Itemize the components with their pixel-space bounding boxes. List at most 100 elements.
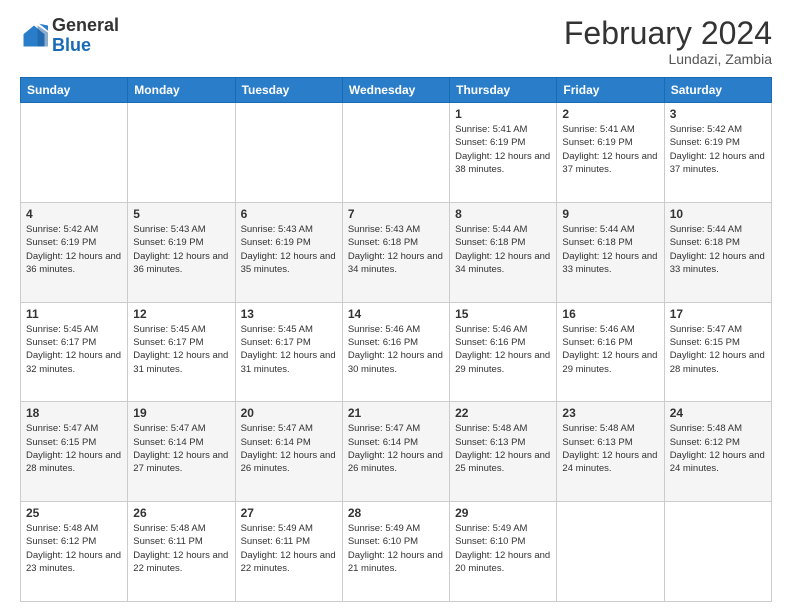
day-cell: 26 Sunrise: 5:48 AM Sunset: 6:11 PM Dayli… [128,502,235,602]
logo-icon [20,22,48,50]
day-cell: 2 Sunrise: 5:41 AM Sunset: 6:19 PM Daylig… [557,103,664,203]
day-number: 9 [562,207,658,221]
day-cell: 23 Sunrise: 5:48 AM Sunset: 6:13 PM Dayli… [557,402,664,502]
day-info: Sunrise: 5:44 AM Sunset: 6:18 PM Dayligh… [670,223,766,276]
logo-text: General Blue [52,16,119,56]
day-number: 14 [348,307,444,321]
week-row-3: 11 Sunrise: 5:45 AM Sunset: 6:17 PM Dayli… [21,302,772,402]
day-info: Sunrise: 5:47 AM Sunset: 6:15 PM Dayligh… [26,422,122,475]
day-number: 23 [562,406,658,420]
day-info: Sunrise: 5:49 AM Sunset: 6:10 PM Dayligh… [348,522,444,575]
day-info: Sunrise: 5:42 AM Sunset: 6:19 PM Dayligh… [670,123,766,176]
col-header-tuesday: Tuesday [235,78,342,103]
day-cell: 7Sunrise: 5:43 AM Sunset: 6:18 PM Daylig… [342,202,449,302]
day-cell: 22 Sunrise: 5:48 AM Sunset: 6:13 PM Dayli… [450,402,557,502]
day-cell: 15 Sunrise: 5:46 AM Sunset: 6:16 PM Dayli… [450,302,557,402]
day-info: Sunrise: 5:48 AM Sunset: 6:12 PM Dayligh… [26,522,122,575]
day-number: 28 [348,506,444,520]
calendar-table: SundayMondayTuesdayWednesdayThursdayFrid… [20,77,772,602]
day-number: 10 [670,207,766,221]
day-info: Sunrise: 5:41 AM Sunset: 6:19 PM Dayligh… [455,123,551,176]
day-info: Sunrise: 5:43 AM Sunset: 6:19 PM Dayligh… [241,223,337,276]
day-cell: 14 Sunrise: 5:46 AM Sunset: 6:16 PM Dayli… [342,302,449,402]
day-cell: 27 Sunrise: 5:49 AM Sunset: 6:11 PM Dayli… [235,502,342,602]
day-number: 13 [241,307,337,321]
day-info: Sunrise: 5:44 AM Sunset: 6:18 PM Dayligh… [455,223,551,276]
day-info: Sunrise: 5:45 AM Sunset: 6:17 PM Dayligh… [241,323,337,376]
day-info: Sunrise: 5:46 AM Sunset: 6:16 PM Dayligh… [348,323,444,376]
day-info: Sunrise: 5:44 AM Sunset: 6:18 PM Dayligh… [562,223,658,276]
day-cell: 28 Sunrise: 5:49 AM Sunset: 6:10 PM Dayli… [342,502,449,602]
col-header-sunday: Sunday [21,78,128,103]
week-row-2: 4 Sunrise: 5:42 AM Sunset: 6:19 PM Daylig… [21,202,772,302]
day-info: Sunrise: 5:41 AM Sunset: 6:19 PM Dayligh… [562,123,658,176]
day-info: Sunrise: 5:45 AM Sunset: 6:17 PM Dayligh… [133,323,229,376]
day-cell: 19 Sunrise: 5:47 AM Sunset: 6:14 PM Dayli… [128,402,235,502]
header: General Blue February 2024 Lundazi, Zamb… [20,16,772,67]
day-info: Sunrise: 5:48 AM Sunset: 6:13 PM Dayligh… [455,422,551,475]
day-number: 18 [26,406,122,420]
day-number: 19 [133,406,229,420]
logo: General Blue [20,16,119,56]
day-cell: 10 Sunrise: 5:44 AM Sunset: 6:18 PM Dayli… [664,202,771,302]
day-info: Sunrise: 5:47 AM Sunset: 6:14 PM Dayligh… [133,422,229,475]
day-cell [21,103,128,203]
day-cell: 12Sunrise: 5:45 AM Sunset: 6:17 PM Dayli… [128,302,235,402]
day-number: 8 [455,207,551,221]
day-cell: 1 Sunrise: 5:41 AM Sunset: 6:19 PM Daylig… [450,103,557,203]
day-number: 22 [455,406,551,420]
header-row: SundayMondayTuesdayWednesdayThursdayFrid… [21,78,772,103]
day-number: 7 [348,207,444,221]
day-info: Sunrise: 5:45 AM Sunset: 6:17 PM Dayligh… [26,323,122,376]
month-title: February 2024 [564,16,772,51]
day-number: 6 [241,207,337,221]
day-info: Sunrise: 5:46 AM Sunset: 6:16 PM Dayligh… [562,323,658,376]
day-info: Sunrise: 5:42 AM Sunset: 6:19 PM Dayligh… [26,223,122,276]
day-number: 16 [562,307,658,321]
day-info: Sunrise: 5:48 AM Sunset: 6:13 PM Dayligh… [562,422,658,475]
day-info: Sunrise: 5:47 AM Sunset: 6:15 PM Dayligh… [670,323,766,376]
day-cell: 24Sunrise: 5:48 AM Sunset: 6:12 PM Dayli… [664,402,771,502]
day-cell: 16 Sunrise: 5:46 AM Sunset: 6:16 PM Dayli… [557,302,664,402]
day-cell: 18 Sunrise: 5:47 AM Sunset: 6:15 PM Dayli… [21,402,128,502]
day-cell: 3 Sunrise: 5:42 AM Sunset: 6:19 PM Daylig… [664,103,771,203]
week-row-1: 1 Sunrise: 5:41 AM Sunset: 6:19 PM Daylig… [21,103,772,203]
day-info: Sunrise: 5:48 AM Sunset: 6:11 PM Dayligh… [133,522,229,575]
col-header-wednesday: Wednesday [342,78,449,103]
day-cell [235,103,342,203]
day-cell [664,502,771,602]
day-cell: 20Sunrise: 5:47 AM Sunset: 6:14 PM Dayli… [235,402,342,502]
day-cell: 29Sunrise: 5:49 AM Sunset: 6:10 PM Dayli… [450,502,557,602]
title-block: February 2024 Lundazi, Zambia [564,16,772,67]
day-info: Sunrise: 5:48 AM Sunset: 6:12 PM Dayligh… [670,422,766,475]
day-info: Sunrise: 5:43 AM Sunset: 6:19 PM Dayligh… [133,223,229,276]
day-number: 26 [133,506,229,520]
week-row-4: 18 Sunrise: 5:47 AM Sunset: 6:15 PM Dayli… [21,402,772,502]
day-number: 17 [670,307,766,321]
day-cell: 4 Sunrise: 5:42 AM Sunset: 6:19 PM Daylig… [21,202,128,302]
day-number: 20 [241,406,337,420]
day-number: 1 [455,107,551,121]
col-header-friday: Friday [557,78,664,103]
col-header-thursday: Thursday [450,78,557,103]
day-info: Sunrise: 5:46 AM Sunset: 6:16 PM Dayligh… [455,323,551,376]
day-cell: 25Sunrise: 5:48 AM Sunset: 6:12 PM Dayli… [21,502,128,602]
week-row-5: 25Sunrise: 5:48 AM Sunset: 6:12 PM Dayli… [21,502,772,602]
day-cell: 13 Sunrise: 5:45 AM Sunset: 6:17 PM Dayli… [235,302,342,402]
logo-blue: Blue [52,35,91,55]
day-number: 4 [26,207,122,221]
day-info: Sunrise: 5:49 AM Sunset: 6:11 PM Dayligh… [241,522,337,575]
day-number: 2 [562,107,658,121]
col-header-monday: Monday [128,78,235,103]
day-number: 27 [241,506,337,520]
day-number: 15 [455,307,551,321]
day-info: Sunrise: 5:47 AM Sunset: 6:14 PM Dayligh… [348,422,444,475]
col-header-saturday: Saturday [664,78,771,103]
day-number: 11 [26,307,122,321]
day-cell: 21Sunrise: 5:47 AM Sunset: 6:14 PM Dayli… [342,402,449,502]
day-number: 3 [670,107,766,121]
day-cell [557,502,664,602]
day-number: 5 [133,207,229,221]
day-cell [128,103,235,203]
day-cell: 5 Sunrise: 5:43 AM Sunset: 6:19 PM Daylig… [128,202,235,302]
